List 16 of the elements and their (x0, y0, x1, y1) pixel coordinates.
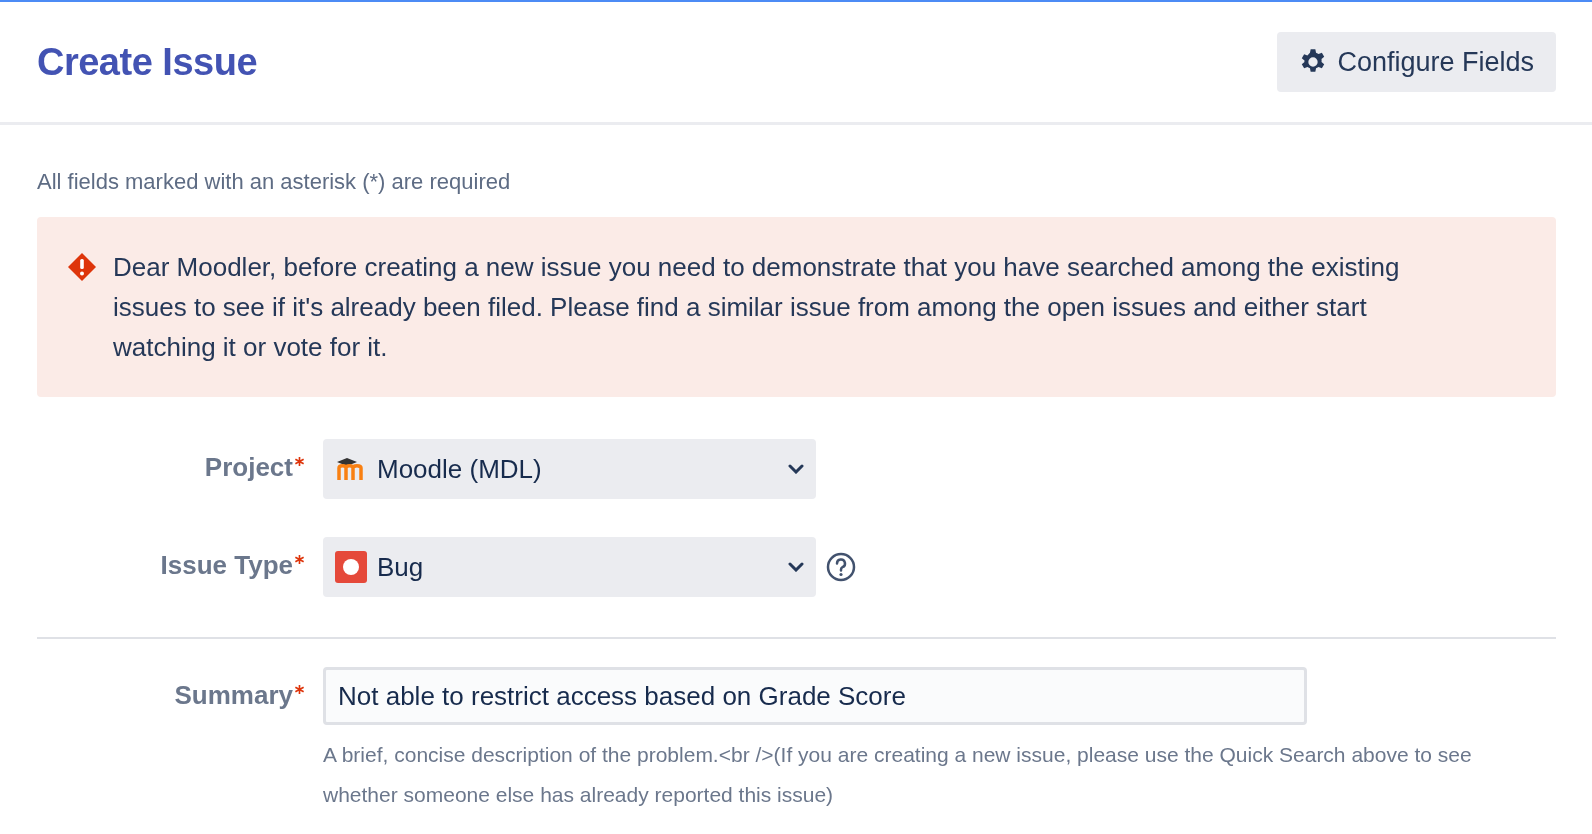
field-label: Issue Type (160, 550, 293, 581)
required-note: All fields marked with an asterisk (*) are required (37, 169, 512, 195)
field-label: Summary (174, 680, 293, 711)
bug-type-icon (335, 551, 367, 583)
page-title: Create Issue (37, 40, 257, 84)
field-label: Project (204, 452, 293, 483)
alert-message: Dear Moodler, before creating a new issue you need to demonstrate that you have searched among the existing issues to see if it's already been filed. Please find a similar issue from among the open issues and either start watching it or vote for it. (113, 251, 1401, 364)
configure-fields-button[interactable]: Configure Fields (1277, 32, 1556, 92)
chevron-down-icon (788, 562, 804, 572)
warning-icon (67, 252, 97, 282)
summary-input[interactable]: Not able to restrict access based on Grade Score (323, 667, 1307, 725)
field-hint: A brief, concise description of the problem.<br />(If you are creating a new issue, please use the Quick Search above to see whether someone else has already reported this issue) (323, 742, 1473, 808)
help-icon[interactable] (826, 552, 856, 582)
dropdown-select[interactable]: Moodle (MDL) (323, 439, 816, 499)
chevron-down-icon (788, 464, 804, 474)
dropdown-select[interactable]: Bug (323, 537, 816, 597)
